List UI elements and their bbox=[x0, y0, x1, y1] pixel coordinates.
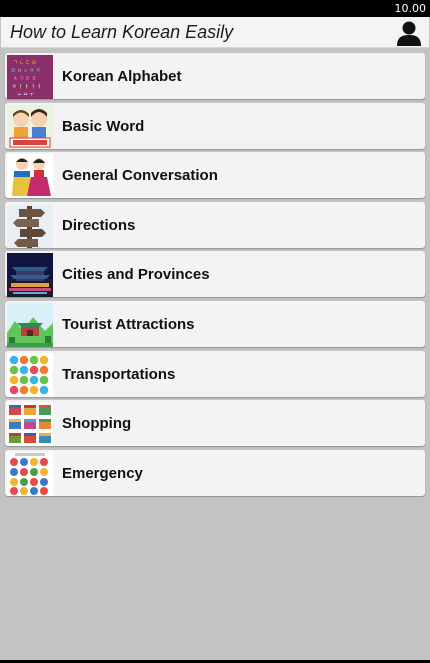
svg-text:ㅊ ㅋ ㅌ ㅍ: ㅊ ㅋ ㅌ ㅍ bbox=[13, 76, 36, 82]
menu-item-korean-alphabet[interactable]: ㄱ ㄴ ㄷ ㄹ ㅁ ㅂ ㅅ ㅇ ㅈ ㅊ ㅋ ㅌ ㅍ ㅎ ㅏ ㅑ ㅓ ㅕ ㅗ ㅛ … bbox=[5, 53, 425, 99]
svg-text:ㅁ ㅂ ㅅ ㅇ ㅈ: ㅁ ㅂ ㅅ ㅇ ㅈ bbox=[11, 68, 40, 74]
status-bar: 10.00 bbox=[0, 0, 430, 17]
menu-item-basic-word[interactable]: Basic Word bbox=[5, 102, 425, 149]
general-conversation-thumbnail bbox=[7, 154, 53, 199]
app-title: How to Learn Korean Easily bbox=[10, 22, 234, 42]
menu-item-label: Basic Word bbox=[62, 117, 145, 135]
menu-item-tourist-attractions[interactable]: Tourist Attractions bbox=[5, 300, 425, 347]
korean-alphabet-thumbnail: ㄱ ㄴ ㄷ ㄹ ㅁ ㅂ ㅅ ㅇ ㅈ ㅊ ㅋ ㅌ ㅍ ㅎ ㅏ ㅑ ㅓ ㅕ ㅗ ㅛ … bbox=[7, 55, 53, 99]
menu-item-label: Cities and Provinces bbox=[62, 266, 210, 284]
emergency-thumbnail bbox=[7, 451, 53, 496]
menu-item-shopping[interactable]: Shopping bbox=[5, 400, 425, 447]
svg-text:ㅎ ㅏ ㅑ ㅓ ㅕ: ㅎ ㅏ ㅑ ㅓ ㅕ bbox=[12, 83, 41, 90]
menu-item-label: Tourist Attractions bbox=[62, 315, 195, 333]
shopping-thumbnail bbox=[7, 402, 53, 447]
tourist-attractions-thumbnail bbox=[7, 302, 53, 347]
user-icon[interactable] bbox=[395, 19, 423, 47]
menu-item-directions[interactable]: Directions bbox=[5, 201, 425, 248]
menu-item-label: Shopping bbox=[62, 415, 132, 433]
status-time: 10.00 bbox=[394, 2, 427, 15]
menu-item-label: General Conversation bbox=[62, 167, 218, 185]
menu-item-general-conversation[interactable]: General Conversation bbox=[5, 152, 425, 199]
menu-item-emergency[interactable]: Emergency bbox=[5, 449, 425, 496]
transportations-thumbnail bbox=[7, 352, 53, 397]
lesson-list: ㄱ ㄴ ㄷ ㄹ ㅁ ㅂ ㅅ ㅇ ㅈ ㅊ ㅋ ㅌ ㅍ ㅎ ㅏ ㅑ ㅓ ㅕ ㅗ ㅛ … bbox=[5, 53, 425, 499]
app-title-bar: How to Learn Korean Easily bbox=[1, 17, 429, 48]
menu-item-label: Directions bbox=[62, 216, 136, 234]
svg-text:ㅗ ㅛ ㅜ: ㅗ ㅛ ㅜ bbox=[17, 92, 34, 98]
menu-item-label: Korean Alphabet bbox=[62, 68, 182, 85]
svg-text:ㄱ ㄴ ㄷ ㄹ: ㄱ ㄴ ㄷ ㄹ bbox=[13, 60, 36, 66]
menu-item-cities-and-provinces[interactable]: Cities and Provinces bbox=[5, 251, 425, 298]
cities-night-thumbnail bbox=[7, 253, 53, 298]
directions-signpost-thumbnail bbox=[7, 203, 53, 248]
menu-item-transportations[interactable]: Transportations bbox=[5, 350, 425, 397]
basic-word-thumbnail bbox=[7, 104, 53, 149]
menu-item-label: Transportations bbox=[62, 365, 176, 383]
menu-item-label: Emergency bbox=[62, 464, 143, 482]
